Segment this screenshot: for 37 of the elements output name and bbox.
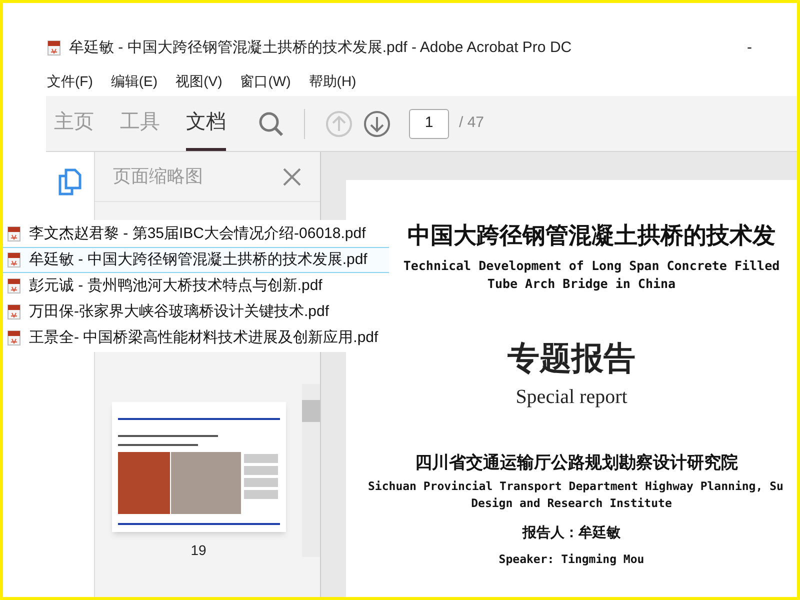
pdf-file-icon xyxy=(47,40,61,56)
file-list-item[interactable]: 万田保-张家界大峡谷玻璃桥设计关键技术.pdf xyxy=(3,299,389,325)
search-icon[interactable] xyxy=(258,110,284,136)
close-icon[interactable] xyxy=(282,166,302,186)
next-page-icon[interactable] xyxy=(363,110,391,138)
slide-thumbnail-drawing[interactable] xyxy=(112,402,286,532)
window-title: 牟廷敏 - 中国大跨径钢管混凝土拱桥的技术发展.pdf - Adobe Acrobat Pro DC xyxy=(69,38,572,58)
minimize-button[interactable]: - xyxy=(747,36,752,60)
menu-item[interactable]: 视图(V) xyxy=(176,70,222,92)
document-heading: 专题报告 xyxy=(508,339,636,378)
pdf-file-icon xyxy=(7,226,21,242)
speaker-name-english: Speaker: Tingming Mou xyxy=(498,551,644,568)
pdf-file-icon xyxy=(7,304,21,320)
menu-item[interactable]: 文件(F) xyxy=(47,70,93,92)
file-list-item[interactable]: 牟廷敏 - 中国大跨径钢管混凝土拱桥的技术发展.pdf xyxy=(3,247,389,273)
institute-name-english: Design and Research Institute xyxy=(471,494,672,512)
page-number-field[interactable]: 1 xyxy=(409,108,449,138)
document-title: 中国大跨径钢管混凝土拱桥的技术发 xyxy=(406,221,776,250)
thumbnail-page-number: 19 xyxy=(190,541,206,560)
document-subtitle: Tube Arch Bridge in China xyxy=(486,275,676,294)
speaker-name: 报告人：牟廷敏 xyxy=(522,523,620,542)
institute-name-english: Sichuan Provincial Transport Department Highway Planning, Su xyxy=(367,478,784,494)
menu-item[interactable]: 帮助(H) xyxy=(308,70,356,92)
file-list-item[interactable]: 李文杰赵君黎 - 第35届IBC大会情况介绍-06018.pdf xyxy=(3,221,389,247)
page-count: / 47 xyxy=(459,113,484,134)
pdf-file-icon xyxy=(7,278,21,294)
file-list-item[interactable]: 王景全- 中国桥梁高性能材料技术进展及创新应用.pdf xyxy=(3,325,389,351)
file-list-item[interactable]: 彭元诚 - 贵州鸭池河大桥技术特点与创新.pdf xyxy=(3,273,389,299)
menu-item[interactable]: 编辑(E) xyxy=(110,70,158,92)
pdf-file-icon xyxy=(7,252,21,268)
pdf-file-icon xyxy=(7,330,21,346)
pages-icon[interactable] xyxy=(58,168,82,196)
panel-title: 页面缩略图 xyxy=(113,165,203,188)
document-heading-english: Special report xyxy=(516,385,628,410)
menu-item[interactable]: 窗口(W) xyxy=(240,70,291,92)
institute-name: 四川省交通运输厅公路规划勘察设计研究院 xyxy=(414,452,738,474)
scrollbar-thumb[interactable] xyxy=(302,400,320,422)
